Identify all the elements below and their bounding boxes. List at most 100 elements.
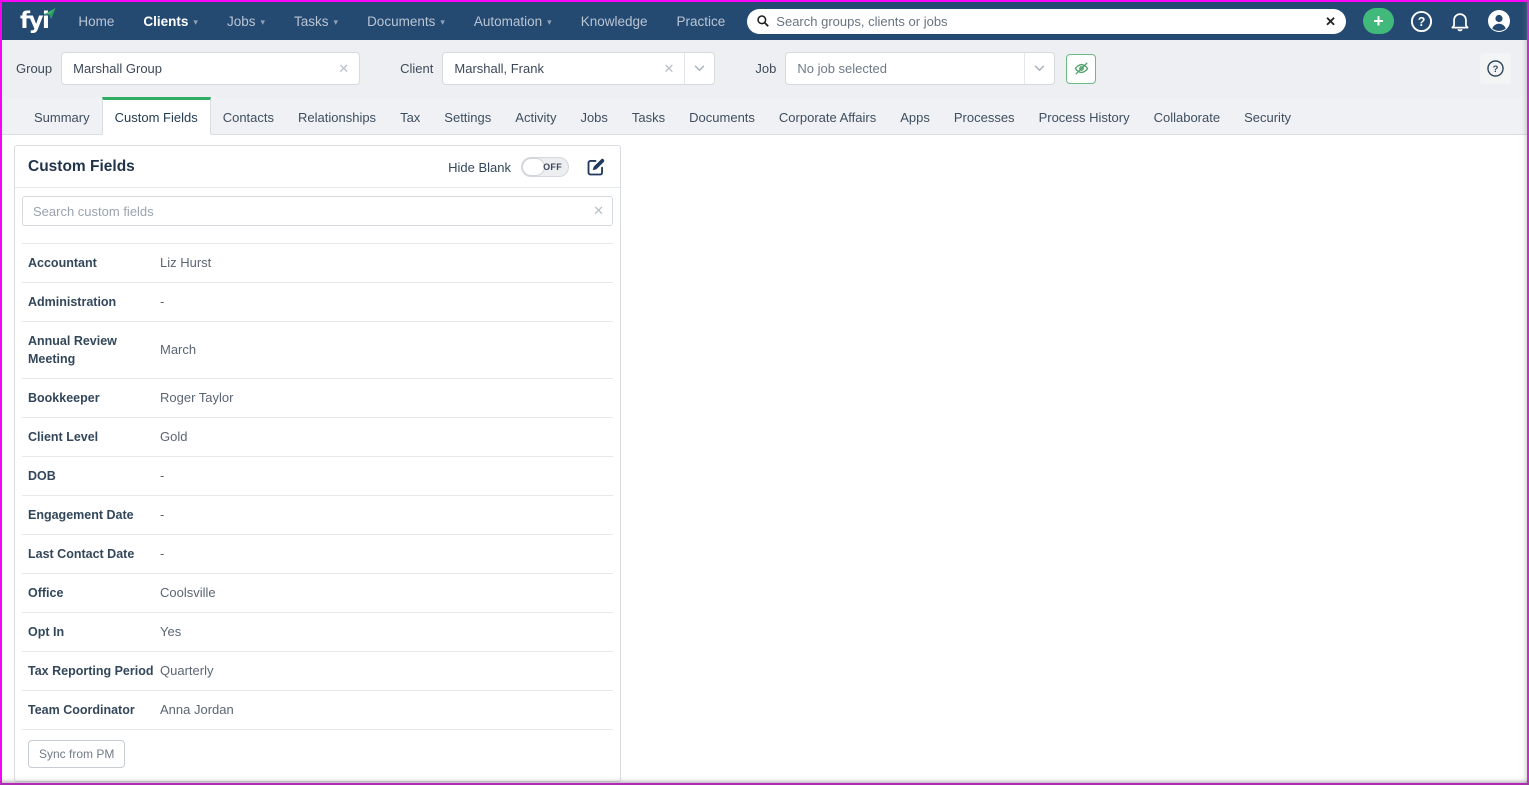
tab[interactable]: Process History — [1027, 97, 1142, 135]
chevron-down-icon: ▾ — [193, 16, 198, 27]
edit-fields-button[interactable] — [584, 156, 606, 178]
nav-menu-item[interactable]: Automation ▾ — [474, 14, 552, 29]
nav-menu-item[interactable]: Jobs ▾ — [227, 14, 265, 29]
field-value: Anna Jordan — [160, 702, 234, 717]
tab[interactable]: Security — [1232, 97, 1303, 135]
field-value: - — [160, 468, 165, 483]
custom-fields-list: Accountant Liz Hurst Administration - An… — [22, 243, 613, 730]
toggle-knob — [522, 158, 545, 176]
main-content: Custom Fields Hide Blank OFF ✕ Account — [2, 135, 1527, 783]
field-value: Coolsville — [160, 585, 216, 600]
field-row: Opt In Yes — [22, 613, 613, 652]
global-search[interactable]: ✕ — [747, 8, 1346, 34]
field-row: Accountant Liz Hurst — [22, 244, 613, 283]
top-nav: fyi Home Clients ▾ Jobs ▾ Tasks ▾ Docume… — [2, 2, 1527, 40]
question-circle-icon: ? — [1487, 60, 1504, 77]
tab[interactable]: Settings — [432, 97, 503, 135]
tab[interactable]: Apps — [888, 97, 942, 135]
job-filter-value: No job selected — [797, 61, 887, 76]
field-row: Annual Review Meeting March — [22, 322, 613, 379]
job-filter-label: Job — [755, 61, 777, 76]
tab[interactable]: Corporate Affairs — [767, 97, 888, 135]
nav-menu-item[interactable]: Practice — [677, 14, 726, 29]
group-filter-input[interactable] — [62, 61, 329, 76]
tab[interactable]: Jobs — [568, 97, 619, 135]
help-icon[interactable]: ? — [1409, 9, 1433, 33]
custom-fields-search[interactable]: ✕ — [22, 196, 613, 226]
field-row: Last Contact Date - — [22, 535, 613, 574]
hide-blank-label: Hide Blank — [448, 159, 511, 175]
field-label: Office — [28, 586, 64, 600]
svg-text:?: ? — [1417, 14, 1425, 28]
field-row: Client Level Gold — [22, 418, 613, 457]
nav-menu-item[interactable]: Knowledge — [581, 14, 648, 29]
field-label: Accountant — [28, 256, 97, 270]
field-row: Administration - — [22, 283, 613, 322]
field-label: Last Contact Date — [28, 547, 135, 561]
field-value: - — [160, 507, 165, 522]
client-dropdown-chevron[interactable] — [684, 53, 714, 84]
global-search-input[interactable] — [776, 13, 1320, 29]
chevron-down-icon: ▾ — [333, 16, 339, 27]
field-label: Engagement Date — [28, 508, 134, 522]
user-avatar-icon[interactable] — [1487, 9, 1511, 33]
field-value: Liz Hurst — [160, 255, 212, 270]
hide-blank-toggle[interactable]: OFF — [521, 157, 569, 177]
client-filter-input[interactable] — [443, 61, 654, 76]
tab[interactable]: Tax — [388, 97, 432, 135]
field-row: Tax Reporting Period Quarterly — [22, 652, 613, 691]
nav-actions: + ? — [1363, 8, 1511, 34]
tab[interactable]: Custom Fields — [101, 97, 211, 135]
client-clear-icon[interactable]: ✕ — [653, 61, 684, 77]
client-tabs: Summary Custom Fields Contacts Relations… — [2, 97, 1527, 135]
field-value: Yes — [160, 624, 182, 639]
nav-menu-item[interactable]: Home — [78, 14, 114, 29]
fyi-logo[interactable]: fyi — [20, 7, 56, 33]
panel-title: Custom Fields — [28, 158, 135, 175]
panel-header: Custom Fields Hide Blank OFF — [15, 146, 620, 188]
client-filter-combobox[interactable]: ✕ — [442, 52, 716, 85]
field-label: Team Coordinator — [28, 703, 135, 717]
group-filter-combobox[interactable]: ✕ — [61, 52, 361, 85]
page-help-button[interactable]: ? — [1480, 53, 1511, 84]
field-value: March — [160, 342, 197, 357]
tab[interactable]: Collaborate — [1142, 97, 1233, 135]
tab[interactable]: Summary — [22, 97, 102, 135]
nav-menu-item[interactable]: Tasks ▾ — [294, 14, 338, 29]
tab[interactable]: Processes — [942, 97, 1027, 135]
job-filter-select[interactable]: No job selected — [785, 52, 1056, 85]
field-label: Opt In — [28, 625, 65, 639]
group-clear-icon[interactable]: ✕ — [328, 61, 359, 77]
search-clear-icon[interactable]: ✕ — [1325, 15, 1336, 28]
create-new-button[interactable]: + — [1363, 8, 1394, 34]
tab[interactable]: Relationships — [286, 97, 388, 135]
nav-menu-item[interactable]: Documents ▾ — [367, 14, 445, 29]
notifications-bell-icon[interactable] — [1448, 9, 1472, 33]
context-filter-bar: Group ✕ Client ✕ Job No job selected ? — [2, 40, 1527, 97]
search-icon — [757, 15, 770, 27]
field-label: Tax Reporting Period — [28, 664, 154, 678]
tab[interactable]: Contacts — [211, 97, 286, 135]
custom-fields-panel: Custom Fields Hide Blank OFF ✕ Account — [14, 145, 621, 782]
job-dropdown-chevron[interactable] — [1024, 53, 1054, 84]
custom-fields-search-input[interactable] — [22, 196, 613, 226]
field-value: - — [160, 546, 165, 561]
tab[interactable]: Activity — [503, 97, 568, 135]
nav-menu-item[interactable]: Clients ▾ — [143, 14, 198, 29]
custom-fields-search-clear-icon[interactable]: ✕ — [593, 203, 604, 219]
field-value: Quarterly — [160, 663, 214, 678]
field-label: Annual Review Meeting — [28, 334, 117, 366]
field-label: Bookkeeper — [28, 391, 100, 405]
field-row: DOB - — [22, 457, 613, 496]
panel-footer: Sync from PM — [15, 730, 620, 781]
tab[interactable]: Documents — [677, 97, 767, 135]
tab[interactable]: Tasks — [620, 97, 677, 135]
field-value: Roger Taylor — [160, 390, 234, 405]
paper-plane-icon — [43, 7, 56, 19]
field-label: Administration — [28, 295, 117, 309]
hide-job-panel-button[interactable] — [1066, 53, 1097, 84]
chevron-down-icon: ▾ — [547, 16, 552, 27]
edit-pencil-icon — [587, 158, 604, 175]
sync-from-pm-button[interactable]: Sync from PM — [28, 740, 126, 768]
field-row: Team Coordinator Anna Jordan — [22, 691, 613, 730]
